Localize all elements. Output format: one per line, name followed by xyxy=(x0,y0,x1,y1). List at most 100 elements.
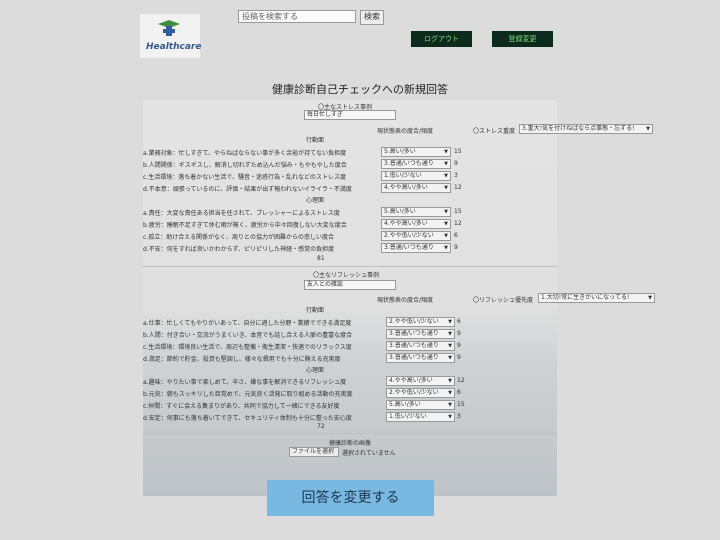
stress-freq-header: 現状態表の度合/頻度 xyxy=(377,128,434,135)
chevron-down-icon: ▼ xyxy=(448,402,452,408)
frequency-select[interactable]: 5.高い/多い ▼ xyxy=(381,207,451,217)
frequency-value: 3.普通/いつも通り xyxy=(384,244,434,251)
frequency-select[interactable]: 1.低い/少ない ▼ xyxy=(386,412,455,422)
chevron-down-icon: ▼ xyxy=(444,209,448,215)
frequency-value: 4.やや高い/多い xyxy=(389,377,433,384)
chevron-down-icon: ▼ xyxy=(448,378,452,384)
question-label: a.業務対象：忙しすぎて、やらねばならない事が多く余裕が持てない負担度 xyxy=(143,150,347,157)
frequency-value: 5.高い/多い xyxy=(389,401,421,408)
stress-importance-label: 〇ストレス重度 xyxy=(473,128,516,135)
chevron-down-icon: ▼ xyxy=(448,343,452,349)
submit-button[interactable]: 回答を変更する xyxy=(267,480,434,516)
chevron-down-icon: ▼ xyxy=(444,245,448,251)
chevron-down-icon: ▼ xyxy=(448,390,452,396)
question-score: 9 xyxy=(457,342,461,349)
frequency-select[interactable]: 5.高い/多い ▼ xyxy=(381,147,451,157)
question-label: d.不本意：頑張っているのに、評価・結果が出ず報われないイライラ・不満度 xyxy=(143,186,352,193)
refresh-priority-value: 1.大切!常に生きがいになってる! xyxy=(541,294,630,301)
frequency-select[interactable]: 3.普通/いつも通り ▼ xyxy=(381,159,451,169)
question-label: c.孤立：助け合える関係がなく、周りとの協力が困難からの悲しい度合 xyxy=(143,234,334,241)
frequency-value: 3.普通/いつも通り xyxy=(384,160,434,167)
app-logo[interactable]: Healthcare xyxy=(140,14,202,58)
question-score: 9 xyxy=(454,244,458,251)
question-label: d.不安：何をすれば良いかわからず、ピリピリした神経・感覚の負担度 xyxy=(143,246,335,253)
form-panel: 〇主なストレス事例 毎日忙しすぎ 現状態表の度合/頻度 〇ストレス重度 3.重大… xyxy=(143,100,655,496)
healthcare-logo-icon xyxy=(158,20,180,36)
refresh-freq-header: 現状態表の度合/頻度 xyxy=(377,297,434,304)
chevron-down-icon: ▼ xyxy=(448,414,452,420)
chevron-down-icon: ▼ xyxy=(448,331,452,337)
image-upload-label: 健康診断の画像 xyxy=(329,440,372,447)
frequency-value: 2.やや低い/少ない xyxy=(389,318,439,325)
frequency-select[interactable]: 3.普通/いつも通り ▼ xyxy=(386,353,455,363)
chevron-down-icon: ▼ xyxy=(448,355,452,361)
question-label: a.責任：大変な責任ある担当を任されて、プレッシャーによるストレス度 xyxy=(143,210,340,217)
question-score: 6 xyxy=(457,318,461,325)
frequency-select[interactable]: 2.やや低い/少ない ▼ xyxy=(386,388,455,398)
frequency-select[interactable]: 1.低い/少ない ▼ xyxy=(381,171,451,181)
chevron-down-icon: ▼ xyxy=(646,126,650,132)
stress-importance-select[interactable]: 3.重大!気を付けねばなら点事態・忘ずる! ▼ xyxy=(519,124,653,134)
chevron-down-icon: ▼ xyxy=(448,319,452,325)
frequency-select[interactable]: 3.普通/いつも通り ▼ xyxy=(386,341,455,351)
question-label: c.生活環境：落ち着かない生活で、騒音・迷惑行為・乱れなどのストレス度 xyxy=(143,174,346,181)
question-score: 12 xyxy=(454,220,462,227)
refresh-total: 72 xyxy=(317,423,325,430)
frequency-select[interactable]: 3.普通/いつも通り ▼ xyxy=(386,329,455,339)
section-divider xyxy=(143,433,557,434)
question-score: 12 xyxy=(454,184,462,191)
question-score: 9 xyxy=(457,354,461,361)
question-label: b.人間：付き合い・交流がうまくいき、本音でも話し合える人脈の豊富な度合 xyxy=(143,332,353,339)
frequency-select[interactable]: 5.高い/多い ▼ xyxy=(386,400,455,410)
frequency-value: 1.低い/少ない xyxy=(384,172,422,179)
logo-text: Healthcare xyxy=(146,42,202,52)
chevron-down-icon: ▼ xyxy=(444,233,448,239)
frequency-select[interactable]: 4.やや高い/多い ▼ xyxy=(381,183,451,193)
refresh-behavior-header: 行動面 xyxy=(306,307,325,314)
question-label: b.疲労：睡眠不足すぎて休む暇が無く、疲労から中々回復しない大変な度合 xyxy=(143,222,347,229)
frequency-value: 5.高い/多い xyxy=(384,148,416,155)
question-score: 6 xyxy=(454,232,458,239)
question-label: b.人間関係：ギスギスし、解消し切れずため込んだ悩み・もやもやした度合 xyxy=(143,162,347,169)
page-title: 健康診断自己チェックへの新規回答 xyxy=(272,83,448,96)
frequency-select[interactable]: 4.やや高い/多い ▼ xyxy=(386,376,455,386)
file-status: 選択されていません xyxy=(342,450,396,457)
question-label: a.仕事：忙しくてもやりがいあって、自分に適した分野・業績でできる満足度 xyxy=(143,320,352,327)
stress-example-input[interactable]: 毎日忙しすぎ xyxy=(304,110,396,120)
frequency-value: 5.高い/多い xyxy=(384,208,416,215)
stress-mental-header: 心理面 xyxy=(306,197,325,204)
refresh-priority-select[interactable]: 1.大切!常に生きがいになってる! ▼ xyxy=(538,293,655,303)
frequency-select[interactable]: 2.やや低い/少ない ▼ xyxy=(381,231,451,241)
question-label: c.仲間：すぐに会える集まりがあり、共同で協力して一緒にできる友好度 xyxy=(143,403,340,410)
frequency-value: 4.やや高い/多い xyxy=(384,184,428,191)
question-score: 12 xyxy=(457,377,465,384)
refresh-mental-header: 心理面 xyxy=(306,367,325,374)
frequency-select[interactable]: 2.やや低い/少ない ▼ xyxy=(386,317,455,327)
stress-total: 81 xyxy=(317,255,325,262)
question-score: 15 xyxy=(454,208,462,215)
frequency-value: 2.やや低い/少ない xyxy=(389,389,439,396)
refresh-example-input[interactable]: 友人との雑談 xyxy=(304,280,396,290)
question-score: 3 xyxy=(457,413,461,420)
question-score: 9 xyxy=(457,330,461,337)
frequency-value: 3.普通/いつも通り xyxy=(389,342,439,349)
frequency-value: 3.普通/いつも通り xyxy=(389,330,439,337)
search-input[interactable]: 投稿を検索する xyxy=(238,10,356,23)
frequency-value: 3.普通/いつも通り xyxy=(389,354,439,361)
chevron-down-icon: ▼ xyxy=(648,295,652,301)
settings-button[interactable]: 登録変更 xyxy=(492,31,553,47)
frequency-select[interactable]: 4.やや高い/多い ▼ xyxy=(381,219,451,229)
question-label: b.元気：朝もスッキリした目覚めで、元気良く活発に取り組める活動の充実度 xyxy=(143,391,353,398)
frequency-select[interactable]: 3.普通/いつも通り ▼ xyxy=(381,243,451,253)
question-label: c.生活環境：環境良い生活で、周辺も整備・衛生清潔・快適でのリラックス度 xyxy=(143,344,352,351)
logout-button[interactable]: ログアウト xyxy=(411,31,472,47)
question-score: 15 xyxy=(457,401,465,408)
chevron-down-icon: ▼ xyxy=(444,161,448,167)
question-label: a.趣味：やりたい事で楽しめて、辛さ、嫌な事を解消できるリフレッシュ度 xyxy=(143,379,347,386)
file-select-button[interactable]: ファイルを選択 xyxy=(289,447,339,457)
search-button[interactable]: 検索 xyxy=(360,10,384,25)
stress-importance-value: 3.重大!気を付けねばなら点事態・忘ずる! xyxy=(522,125,635,132)
question-score: 6 xyxy=(457,389,461,396)
chevron-down-icon: ▼ xyxy=(444,221,448,227)
chevron-down-icon: ▼ xyxy=(444,185,448,191)
